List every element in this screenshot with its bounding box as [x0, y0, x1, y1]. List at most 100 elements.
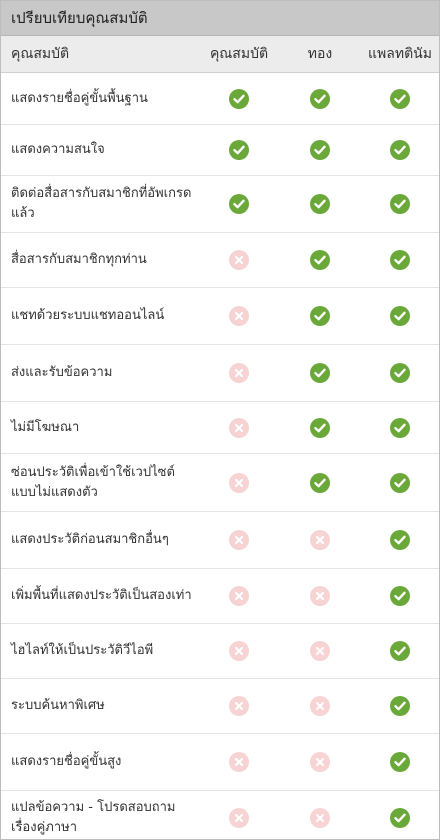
- cell-platinum: [361, 194, 439, 214]
- cell-platinum: [361, 140, 439, 160]
- cell-platinum: [361, 88, 439, 109]
- table-row: ส่งและรับข้อความ: [1, 345, 439, 402]
- cell-gold: [279, 696, 361, 716]
- cell-basic: [199, 530, 279, 550]
- cell-basic: [199, 696, 279, 716]
- feature-label: ส่งและรับข้อความ: [11, 365, 113, 380]
- cell-gold: [279, 530, 361, 550]
- table-row: แสดงความสนใจ: [1, 125, 439, 176]
- cell-gold: [279, 752, 361, 772]
- check-circle-icon: [310, 306, 330, 326]
- cell-basic: [199, 194, 279, 214]
- cell-gold: [279, 250, 361, 270]
- table-row: แสดงรายชื่อคู่ขั้นสูง: [1, 734, 439, 791]
- check-circle-icon: [310, 472, 330, 493]
- feature-label: ไม่มีโฆษณา: [11, 419, 80, 435]
- column-header-basic: คุณสมบัติ: [209, 46, 269, 62]
- cell-platinum: [361, 641, 439, 661]
- panel-title-bar: เปรียบเทียบคุณสมบัติ: [1, 1, 439, 36]
- cell-basic: [199, 417, 279, 438]
- check-circle-icon: [390, 808, 410, 828]
- cross-circle-icon: [229, 363, 249, 383]
- cell-gold: [279, 363, 361, 383]
- cross-circle-icon: [310, 530, 330, 550]
- cell-platinum: [361, 306, 439, 326]
- check-circle-icon: [310, 88, 330, 109]
- check-circle-icon: [390, 306, 410, 326]
- table-row: ไม่มีโฆษณา: [1, 402, 439, 454]
- cell-basic: [199, 641, 279, 661]
- feature-label: เพิ่มพื้นที่แสดงประวัติเป็นสองเท่า: [11, 588, 192, 603]
- feature-label: แสดงรายชื่อคู่ขั้นสูง: [11, 754, 122, 769]
- cross-circle-icon: [229, 530, 249, 550]
- check-circle-icon: [229, 194, 249, 214]
- table-row: ไฮไลท์ให้เป็นประวัติวีไอพี: [1, 624, 439, 679]
- cell-gold: [279, 306, 361, 326]
- cell-gold: [279, 641, 361, 661]
- check-circle-icon: [390, 417, 410, 438]
- cell-gold: [279, 140, 361, 160]
- cell-gold: [279, 808, 361, 828]
- table-row: แปลข้อความ - โปรดสอบถามเรื่องคู่ภาษา: [1, 791, 439, 839]
- cross-circle-icon: [229, 641, 249, 661]
- check-circle-icon: [390, 88, 410, 109]
- cell-platinum: [361, 752, 439, 772]
- check-circle-icon: [310, 140, 330, 160]
- cell-basic: [199, 586, 279, 606]
- feature-label: ติดต่อสื่อสารกับสมาชิกที่อัพเกรดแล้ว: [11, 186, 192, 221]
- cross-circle-icon: [229, 306, 249, 326]
- check-circle-icon: [310, 250, 330, 270]
- check-circle-icon: [390, 752, 410, 772]
- column-header-feature: คุณสมบัติ: [11, 46, 70, 62]
- column-header-gold: ทอง: [307, 46, 333, 62]
- check-circle-icon: [229, 88, 249, 109]
- cross-circle-icon: [229, 808, 249, 828]
- feature-label: แสดงประวัติก่อนสมาชิกอื่นๆ: [11, 532, 169, 547]
- feature-label: ซ่อนประวัติเพื่อเข้าใช้เวปไซต์แบบไม่แสดง…: [11, 464, 175, 500]
- table-row: เพิ่มพื้นที่แสดงประวัติเป็นสองเท่า: [1, 569, 439, 624]
- column-header-platinum: แพลทตินัม: [368, 46, 432, 62]
- table-row: สื่อสารกับสมาชิกทุกท่าน: [1, 233, 439, 288]
- cell-basic: [199, 250, 279, 270]
- check-circle-icon: [390, 250, 410, 270]
- table-row: ซ่อนประวัติเพื่อเข้าใช้เวปไซต์แบบไม่แสดง…: [1, 454, 439, 512]
- check-circle-icon: [390, 641, 410, 661]
- cell-basic: [199, 472, 279, 493]
- cross-circle-icon: [310, 752, 330, 772]
- cell-basic: [199, 140, 279, 160]
- cell-gold: [279, 472, 361, 493]
- cross-circle-icon: [229, 417, 249, 438]
- feature-rows: แสดงรายชื่อคู่ขั้นพื้นฐานแสดงความสนใจติด…: [1, 73, 439, 839]
- cell-platinum: [361, 363, 439, 383]
- table-row: ติดต่อสื่อสารกับสมาชิกที่อัพเกรดแล้ว: [1, 176, 439, 233]
- table-row: แชทด้วยระบบแชทออนไลน์: [1, 288, 439, 345]
- feature-label: แสดงรายชื่อคู่ขั้นพื้นฐาน: [11, 90, 148, 106]
- feature-comparison-panel: เปรียบเทียบคุณสมบัติ คุณสมบัติ คุณสมบัติ…: [0, 0, 440, 840]
- cell-basic: [199, 752, 279, 772]
- feature-label: แชทด้วยระบบแชทออนไลน์: [11, 308, 165, 323]
- cross-circle-icon: [229, 696, 249, 716]
- cell-platinum: [361, 530, 439, 550]
- feature-label: สื่อสารกับสมาชิกทุกท่าน: [11, 252, 147, 267]
- feature-label: ไฮไลท์ให้เป็นประวัติวีไอพี: [11, 643, 154, 658]
- check-circle-icon: [390, 586, 410, 606]
- cell-basic: [199, 363, 279, 383]
- table-row: แสดงรายชื่อคู่ขั้นพื้นฐาน: [1, 73, 439, 125]
- cell-platinum: [361, 472, 439, 493]
- check-circle-icon: [390, 696, 410, 716]
- cell-gold: [279, 417, 361, 438]
- cell-platinum: [361, 250, 439, 270]
- feature-label: แสดงความสนใจ: [11, 142, 105, 157]
- cross-circle-icon: [229, 586, 249, 606]
- cell-platinum: [361, 808, 439, 828]
- check-circle-icon: [229, 140, 249, 160]
- cell-gold: [279, 194, 361, 214]
- cell-basic: [199, 306, 279, 326]
- check-circle-icon: [390, 363, 410, 383]
- cross-circle-icon: [229, 250, 249, 270]
- check-circle-icon: [390, 194, 410, 214]
- cross-circle-icon: [310, 696, 330, 716]
- feature-label: ระบบค้นหาพิเศษ: [11, 698, 105, 713]
- table-row: แสดงประวัติก่อนสมาชิกอื่นๆ: [1, 512, 439, 569]
- check-circle-icon: [390, 530, 410, 550]
